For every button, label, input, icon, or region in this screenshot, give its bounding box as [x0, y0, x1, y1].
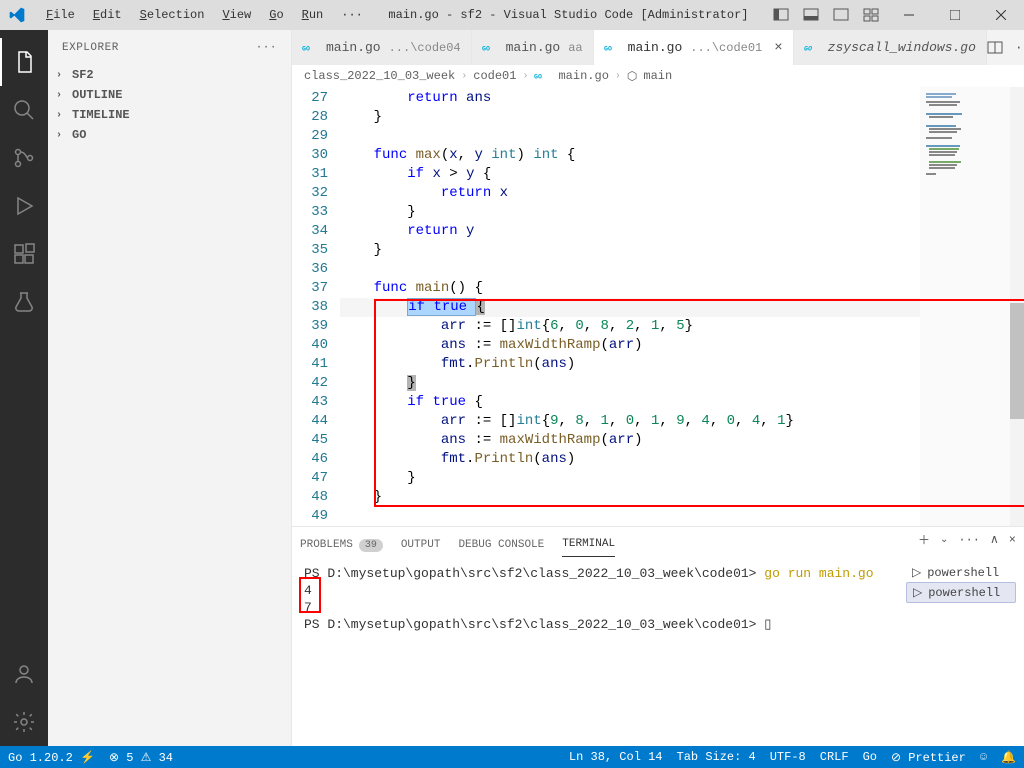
status-problems[interactable]: ⊗ 5 ⚠ 34	[109, 750, 173, 765]
panel-close-icon[interactable]: ×	[1009, 533, 1016, 547]
code-area[interactable]: return ans } func max(x, y int) int { if…	[340, 87, 920, 526]
go-file-icon: GO	[482, 43, 500, 53]
menu-edit[interactable]: Edit	[85, 4, 130, 26]
svg-text:GO: GO	[804, 45, 812, 52]
terminal-more-icon[interactable]: ···	[958, 533, 980, 547]
status-tabsize[interactable]: Tab Size: 4	[677, 750, 756, 765]
scrollbar[interactable]	[1010, 87, 1024, 526]
tab-more-icon[interactable]: ···	[1015, 40, 1024, 55]
minimize-button[interactable]	[886, 0, 932, 30]
panel-terminal[interactable]: TERMINAL	[562, 538, 615, 557]
line-number-gutter: 2728293031323334353637383940414243444546…	[292, 87, 340, 526]
tab-main-aa[interactable]: GOmain.goaa	[472, 30, 594, 65]
split-terminal-icon[interactable]: ⌄	[940, 534, 948, 546]
breadcrumbs[interactable]: class_2022_10_03_week› code01› GOmain.go…	[292, 65, 1024, 87]
terminal-shell-icon: ▷	[913, 585, 922, 600]
minimap[interactable]	[920, 87, 1010, 526]
activity-bar	[0, 30, 48, 746]
go-file-icon: GO	[302, 43, 320, 53]
panel-output[interactable]: OUTPUT	[401, 539, 441, 557]
svg-text:GO: GO	[302, 45, 310, 52]
layout-grid-icon[interactable]	[856, 0, 886, 30]
tab-main-code01[interactable]: GOmain.go...\code01×	[594, 30, 794, 65]
panel-debug[interactable]: DEBUG CONSOLE	[458, 539, 544, 557]
terminal-list: ▷powershell ▷powershell	[906, 563, 1016, 603]
sidebar-timeline[interactable]: ›TIMELINE	[48, 105, 291, 125]
tab-main-code04[interactable]: GOmain.go...\code04	[292, 30, 472, 65]
close-tab-icon[interactable]: ×	[774, 40, 782, 56]
panel-maximize-icon[interactable]: ∧	[990, 532, 999, 547]
new-terminal-icon[interactable]: ＋	[918, 531, 930, 548]
tab-zsyscall[interactable]: GOzsyscall_windows.go	[794, 30, 987, 65]
svg-text:GO: GO	[534, 73, 542, 80]
search-tab-icon[interactable]	[0, 86, 48, 134]
maximize-button[interactable]	[932, 0, 978, 30]
tab-row: GOmain.go...\code04 GOmain.goaa GOmain.g…	[292, 30, 1024, 65]
status-eol[interactable]: CRLF	[820, 750, 849, 765]
extensions-tab-icon[interactable]	[0, 230, 48, 278]
settings-icon[interactable]	[0, 698, 48, 746]
status-language[interactable]: Go	[863, 750, 877, 765]
sidebar-title: EXPLORER	[62, 42, 119, 54]
sidebar-more-icon[interactable]: ···	[256, 42, 277, 54]
terminal-item-powershell[interactable]: ▷powershell	[906, 563, 1016, 582]
testing-tab-icon[interactable]	[0, 278, 48, 326]
status-bar: Go 1.20.2 ⚡ ⊗ 5 ⚠ 34 Ln 38, Col 14 Tab S…	[0, 746, 1024, 768]
close-button[interactable]	[978, 0, 1024, 30]
split-editor-icon[interactable]	[987, 40, 1003, 56]
svg-text:GO: GO	[482, 45, 490, 52]
status-go-version[interactable]: Go 1.20.2 ⚡	[8, 750, 95, 765]
svg-text:GO: GO	[604, 45, 612, 52]
status-feedback-icon[interactable]: ☺	[980, 750, 987, 765]
go-file-icon: GO	[804, 43, 822, 53]
source-control-tab-icon[interactable]	[0, 134, 48, 182]
menu-more[interactable]: ···	[333, 4, 371, 26]
terminal-shell-icon: ▷	[912, 565, 921, 580]
debug-tab-icon[interactable]	[0, 182, 48, 230]
bottom-panel: PROBLEMS OUTPUT DEBUG CONSOLE TERMINAL ＋…	[292, 526, 1024, 746]
layout-left-icon[interactable]	[766, 0, 796, 30]
sidebar-outline[interactable]: ›OUTLINE	[48, 85, 291, 105]
menu-run[interactable]: Run	[294, 4, 332, 26]
window-title: main.go - sf2 - Visual Studio Code [Admi…	[371, 8, 766, 22]
go-file-icon: GO	[604, 43, 622, 53]
menu-bar: File Edit Selection View Go Run ···	[38, 4, 371, 26]
layout-bottom-icon[interactable]	[796, 0, 826, 30]
scrollbar-thumb[interactable]	[1010, 303, 1024, 419]
menu-selection[interactable]: Selection	[132, 4, 213, 26]
terminal-item-powershell-active[interactable]: ▷powershell	[906, 582, 1016, 603]
panel-problems[interactable]: PROBLEMS	[300, 539, 383, 557]
layout-right-icon[interactable]	[826, 0, 856, 30]
vscode-logo-icon	[0, 7, 34, 23]
menu-file[interactable]: File	[38, 4, 83, 26]
minimap-content	[926, 93, 966, 213]
menu-view[interactable]: View	[214, 4, 259, 26]
status-cursor[interactable]: Ln 38, Col 14	[569, 750, 663, 765]
explorer-sidebar: EXPLORER ··· ›SF2 ›OUTLINE ›TIMELINE ›GO	[48, 30, 292, 746]
accounts-icon[interactable]	[0, 650, 48, 698]
sidebar-go[interactable]: ›GO	[48, 125, 291, 145]
code-editor[interactable]: 2728293031323334353637383940414243444546…	[292, 87, 1024, 526]
status-prettier[interactable]: ⊘ Prettier	[891, 750, 966, 765]
symbol-icon: ⬡	[627, 69, 637, 84]
status-notifications-icon[interactable]: 🔔	[1001, 750, 1016, 765]
menu-go[interactable]: Go	[261, 4, 291, 26]
status-encoding[interactable]: UTF-8	[770, 750, 806, 765]
sidebar-folder-sf2[interactable]: ›SF2	[48, 65, 291, 85]
explorer-tab-icon[interactable]	[0, 38, 48, 86]
